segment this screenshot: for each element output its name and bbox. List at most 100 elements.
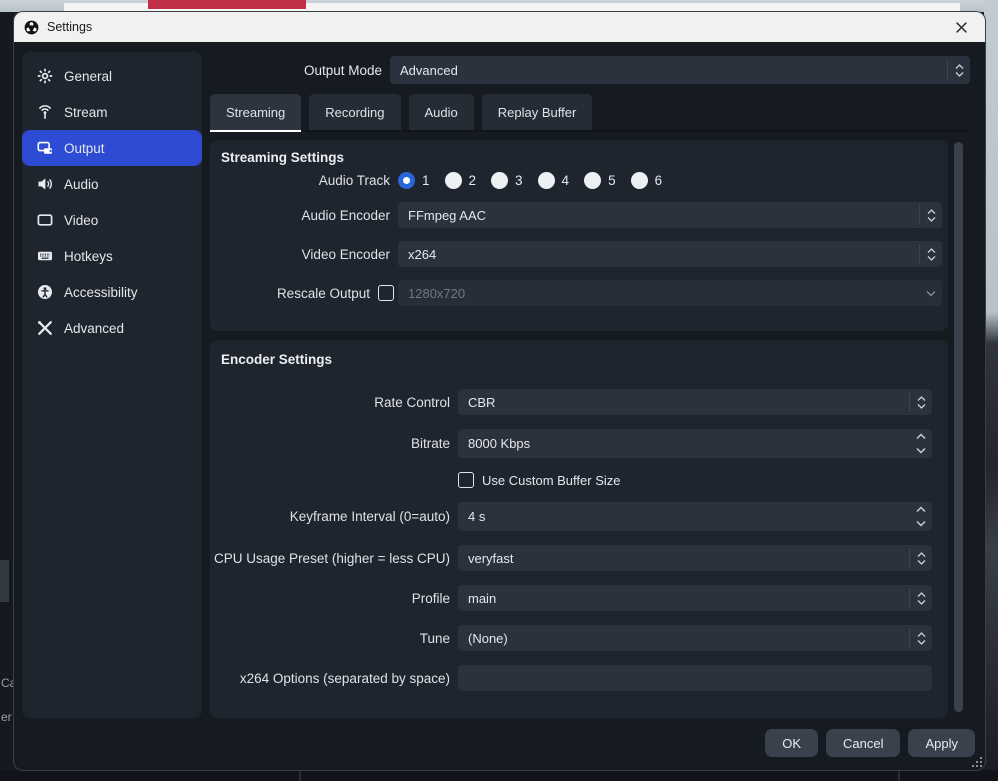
encoder-settings-panel: Encoder Settings Rate Control CBR Bitrat… [210,340,948,718]
radio-icon [584,172,601,189]
footer-buttons: OK Cancel Apply [765,729,975,757]
accessibility-icon [37,284,53,300]
radio-label: 6 [655,173,663,188]
audio-track-6-radio[interactable]: 6 [631,172,663,189]
rescale-output-value: 1280x720 [408,286,465,301]
speaker-icon [37,176,53,192]
chevron-updown-icon [909,392,932,412]
antenna-icon [37,104,53,120]
audio-encoder-value: FFmpeg AAC [408,208,486,223]
chevron-updown-icon [909,628,932,648]
rate-control-value: CBR [468,395,495,410]
tab-replay-buffer[interactable]: Replay Buffer [482,94,593,130]
chevron-updown-icon [909,588,932,608]
background-top-strip [0,0,998,12]
keyframe-interval-label: Keyframe Interval (0=auto) [210,509,450,524]
x264-options-field-wrap [458,665,932,691]
sidebar-item-video[interactable]: Video [22,202,202,238]
profile-select[interactable]: main [458,585,932,611]
streaming-settings-panel: Streaming Settings Audio Track 1 2 3 4 5… [210,140,948,331]
audio-track-5-radio[interactable]: 5 [584,172,616,189]
spinner-arrows-icon[interactable] [909,502,932,531]
output-mode-select[interactable]: Advanced [390,56,970,84]
chevron-down-icon [919,283,942,303]
rescale-output-checkbox[interactable] [378,285,394,301]
tab-label: Replay Buffer [498,105,577,120]
settings-dialog: Settings General Stream Output Audio [14,12,985,770]
chevron-updown-icon [909,548,932,568]
ok-button[interactable]: OK [765,729,818,757]
chevron-updown-icon [919,244,942,264]
background-left-strip [0,12,14,770]
resize-grip[interactable] [972,757,982,767]
sidebar-item-stream[interactable]: Stream [22,94,202,130]
x264-options-input[interactable] [458,665,932,691]
screen: Ca er Settings General [0,0,998,781]
audio-track-row: Audio Track 1 2 3 4 5 6 [210,172,948,189]
cpu-preset-row: CPU Usage Preset (higher = less CPU) ver… [210,545,948,571]
sidebar-item-general[interactable]: General [22,58,202,94]
chevron-updown-icon [919,205,942,225]
sidebar-item-label: Video [64,213,98,228]
video-encoder-value: x264 [408,247,436,262]
audio-track-4-radio[interactable]: 4 [538,172,570,189]
rate-control-row: Rate Control CBR [210,389,948,415]
cancel-button[interactable]: Cancel [826,729,900,757]
tools-icon [37,320,53,336]
monitor-icon [37,212,53,228]
settings-sidebar: General Stream Output Audio Video Hotkey… [22,52,202,718]
keyboard-icon [37,248,53,264]
tab-recording[interactable]: Recording [309,94,400,130]
custom-buffer-checkbox[interactable] [458,472,474,488]
background-seam [299,770,301,781]
rate-control-label: Rate Control [210,395,450,410]
background-text-fragment: er [1,710,12,724]
sidebar-item-label: Output [64,141,105,156]
sidebar-item-audio[interactable]: Audio [22,166,202,202]
video-encoder-row: Video Encoder x264 [210,241,948,267]
cpu-preset-value: veryfast [468,551,514,566]
tune-select[interactable]: (None) [458,625,932,651]
radio-icon [445,172,462,189]
sidebar-item-accessibility[interactable]: Accessibility [22,274,202,310]
sidebar-item-output[interactable]: Output [22,130,202,166]
video-encoder-select[interactable]: x264 [398,241,942,267]
encoder-settings-heading: Encoder Settings [221,352,948,367]
audio-track-radios: 1 2 3 4 5 6 [398,172,662,189]
audio-track-1-radio[interactable]: 1 [398,172,430,189]
background-bottom-strip [0,770,998,781]
cpu-preset-select[interactable]: veryfast [458,545,932,571]
audio-track-3-radio[interactable]: 3 [491,172,523,189]
close-icon[interactable] [947,15,975,39]
tab-streaming[interactable]: Streaming [210,94,301,130]
vertical-scrollbar[interactable] [954,142,963,712]
audio-track-2-radio[interactable]: 2 [445,172,477,189]
sidebar-item-label: Audio [64,177,99,192]
obs-logo-icon [24,20,39,35]
bitrate-spinbox[interactable]: 8000 Kbps [458,429,932,458]
gear-icon [37,68,53,84]
output-mode-label: Output Mode [210,63,382,78]
keyframe-interval-row: Keyframe Interval (0=auto) 4 s [210,502,948,531]
spinner-arrows-icon[interactable] [909,429,932,458]
radio-icon [491,172,508,189]
titlebar[interactable]: Settings [14,12,985,42]
rate-control-select[interactable]: CBR [458,389,932,415]
chevron-updown-icon [947,59,970,81]
rescale-output-select: 1280x720 [398,280,942,306]
rescale-output-row: Rescale Output 1280x720 [210,280,948,306]
sidebar-item-label: Accessibility [64,285,138,300]
keyframe-interval-spinbox[interactable]: 4 s [458,502,932,531]
audio-track-label: Audio Track [210,173,390,188]
sidebar-item-label: Stream [64,105,108,120]
sidebar-item-label: General [64,69,112,84]
tab-audio[interactable]: Audio [409,94,474,130]
sidebar-item-advanced[interactable]: Advanced [22,310,202,346]
audio-encoder-select[interactable]: FFmpeg AAC [398,202,942,228]
sidebar-item-hotkeys[interactable]: Hotkeys [22,238,202,274]
tab-label: Audio [425,105,458,120]
sidebar-item-label: Hotkeys [64,249,113,264]
apply-button[interactable]: Apply [908,729,975,757]
video-encoder-label: Video Encoder [210,247,390,262]
radio-icon [631,172,648,189]
